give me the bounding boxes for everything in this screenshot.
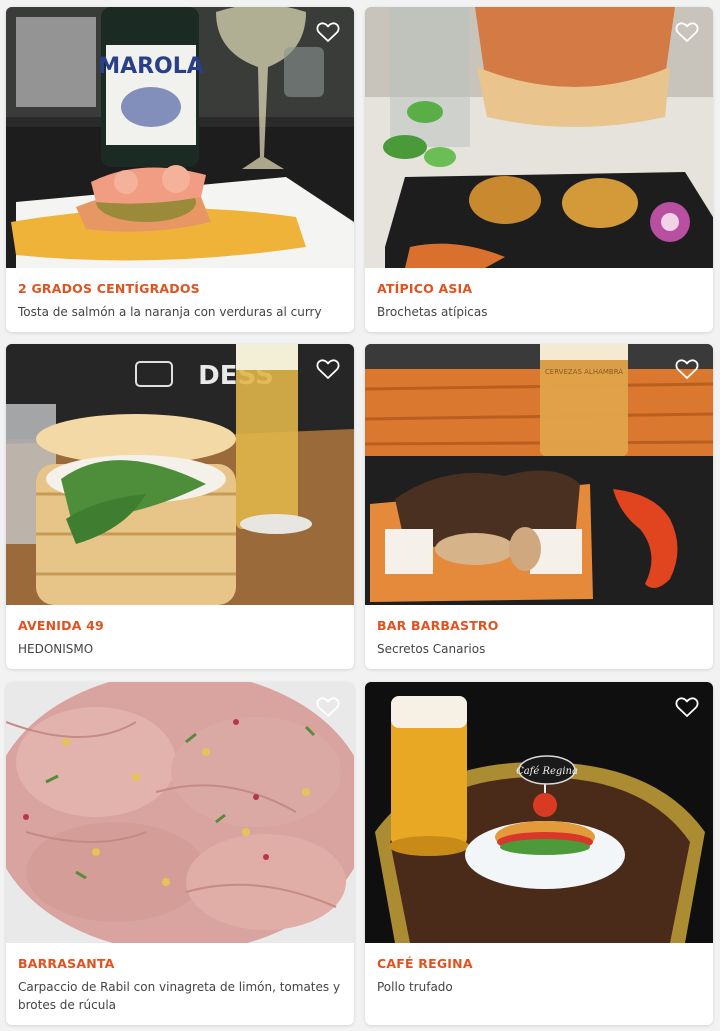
restaurant-name[interactable]: ATÍPICO ASIA [377,281,701,297]
dish-name: Secretos Canarios [377,642,486,656]
restaurant-card[interactable]: MAROLA 2 GRADOS CENTÍGRADOS Tosta de sal… [6,7,354,332]
dish-photo-image: DESS [6,344,354,605]
heart-outline-icon[interactable] [316,358,340,380]
card-info: ATÍPICO ASIA Brochetas atípicas [365,268,713,321]
restaurant-card[interactable]: DESS AVENIDA 49 HEDONISMO [6,344,354,669]
svg-text:Café Regina: Café Regina [516,766,578,777]
restaurant-card[interactable]: BARRASANTA Carpaccio de Rabil con vinagr… [6,682,354,1025]
restaurant-name[interactable]: BAR BARBASTRO [377,618,701,634]
dish-photo-image: Café Regina [365,682,713,943]
dish-name: Pollo trufado [377,980,453,994]
dish-name: Carpaccio de Rabil con vinagreta de limó… [18,980,341,1012]
dish-photo-image [365,7,713,268]
restaurant-card[interactable]: CERVEZAS ALHAMBRA BAR BARBASTRO Secretos… [365,344,713,669]
heart-outline-icon[interactable] [316,21,340,43]
restaurant-name[interactable]: CAFÉ REGINA [377,956,701,972]
heart-outline-icon[interactable] [675,358,699,380]
card-info: BARRASANTA Carpaccio de Rabil con vinagr… [6,943,354,1014]
svg-text:MAROLA: MAROLA [98,54,204,79]
heart-outline-icon[interactable] [675,696,699,718]
dish-photo[interactable]: MAROLA [6,7,354,268]
card-info: 2 GRADOS CENTÍGRADOS Tosta de salmón a l… [6,268,354,321]
heart-outline-icon[interactable] [316,696,340,718]
card-info: AVENIDA 49 HEDONISMO [6,605,354,658]
card-info: CAFÉ REGINA Pollo trufado [365,943,713,996]
dish-photo[interactable]: CERVEZAS ALHAMBRA [365,344,713,605]
dish-photo-image: CERVEZAS ALHAMBRA [365,344,713,605]
restaurant-grid: MAROLA 2 GRADOS CENTÍGRADOS Tosta de sal… [0,0,720,1031]
svg-text:CERVEZAS ALHAMBRA: CERVEZAS ALHAMBRA [545,368,623,376]
restaurant-card[interactable]: Café Regina CAFÉ REGINA Pollo trufado [365,682,713,1025]
restaurant-name[interactable]: AVENIDA 49 [18,618,342,634]
dish-photo[interactable]: DESS [6,344,354,605]
restaurant-name[interactable]: 2 GRADOS CENTÍGRADOS [18,281,342,297]
dish-photo[interactable]: Café Regina [365,682,713,943]
restaurant-name[interactable]: BARRASANTA [18,956,342,972]
dish-photo-image [6,682,354,943]
dish-photo[interactable] [6,682,354,943]
restaurant-card[interactable]: ATÍPICO ASIA Brochetas atípicas [365,7,713,332]
dish-name: HEDONISMO [18,642,94,656]
dish-name: Brochetas atípicas [377,305,488,319]
dish-photo-image: MAROLA [6,7,354,268]
card-info: BAR BARBASTRO Secretos Canarios [365,605,713,658]
dish-photo[interactable] [365,7,713,268]
heart-outline-icon[interactable] [675,21,699,43]
dish-name: Tosta de salmón a la naranja con verdura… [18,305,322,319]
